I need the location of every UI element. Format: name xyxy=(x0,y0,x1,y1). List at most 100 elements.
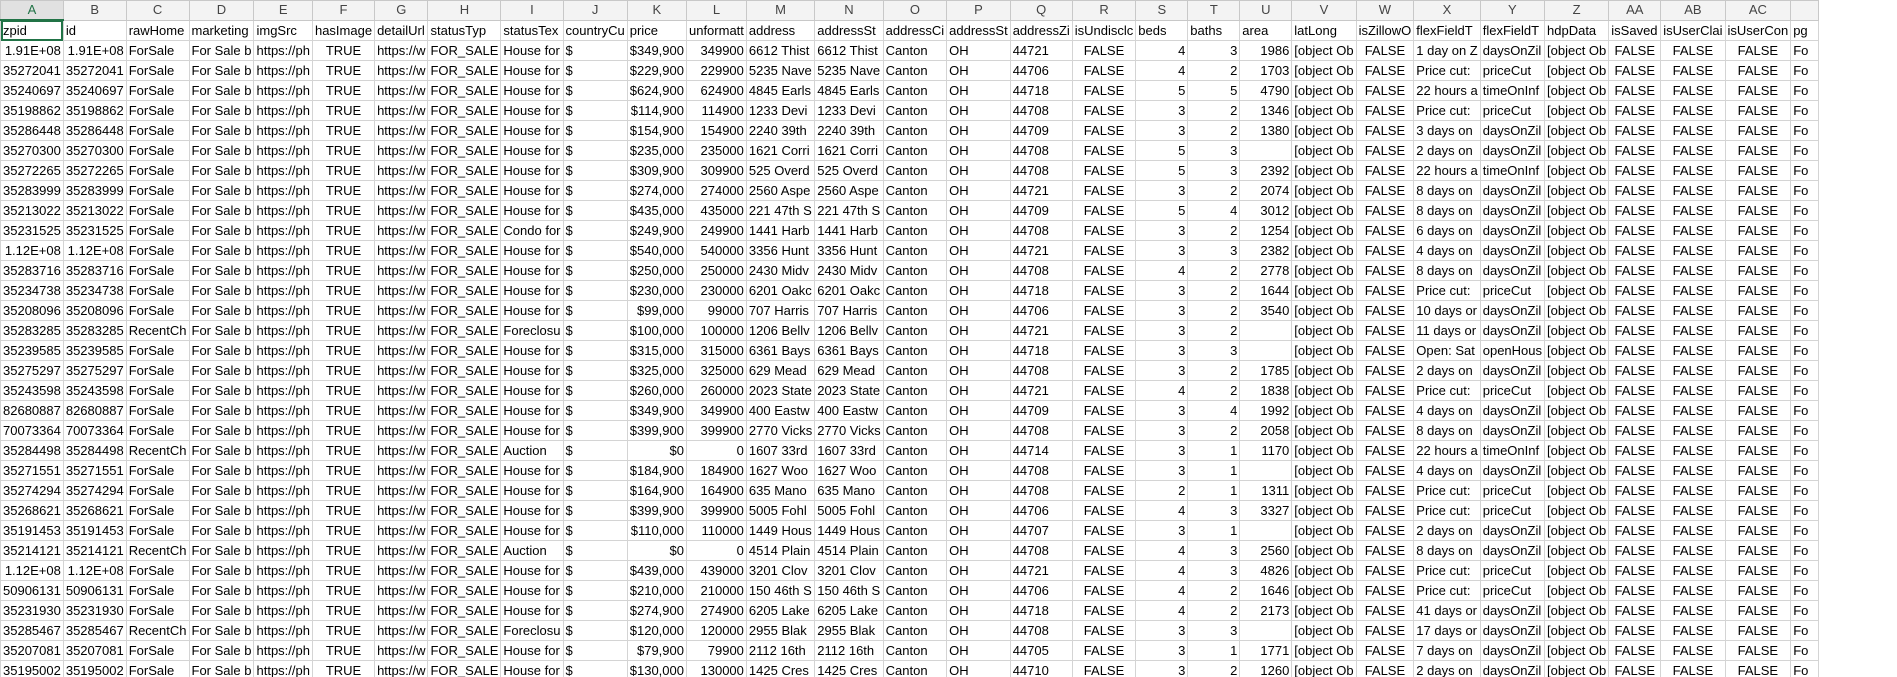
table-cell[interactable]: 35243598 xyxy=(0,380,64,401)
table-cell[interactable]: 1 xyxy=(1187,520,1241,541)
table-cell[interactable]: 35272041 xyxy=(0,60,64,81)
table-cell[interactable]: Canton xyxy=(882,480,948,501)
table-cell[interactable]: 4 xyxy=(1187,200,1241,221)
table-cell[interactable]: For Sale b xyxy=(188,240,255,261)
table-cell[interactable]: 1441 Harb xyxy=(814,220,884,241)
table-cell[interactable]: 250000 xyxy=(685,260,747,281)
table-cell[interactable]: https://w xyxy=(374,500,429,521)
table-cell[interactable]: 2392 xyxy=(1239,160,1293,181)
table-cell[interactable]: [object Ob xyxy=(1544,320,1610,341)
table-cell[interactable]: TRUE xyxy=(311,480,376,501)
column-letter-b[interactable]: B xyxy=(62,0,127,21)
table-cell[interactable]: FALSE xyxy=(1660,500,1726,521)
table-cell[interactable]: Price cut: xyxy=(1413,480,1481,501)
table-cell[interactable]: 114900 xyxy=(685,100,747,121)
table-cell[interactable]: FOR_SALE xyxy=(427,260,502,281)
table-cell[interactable]: FOR_SALE xyxy=(427,80,502,101)
table-cell[interactable]: priceCut xyxy=(1479,580,1546,601)
table-cell[interactable]: $ xyxy=(562,320,628,341)
table-cell[interactable]: 3356 Hunt xyxy=(745,240,816,261)
table-cell[interactable]: https://ph xyxy=(253,160,313,181)
table-cell[interactable]: [object Ob xyxy=(1544,480,1610,501)
table-cell[interactable]: [object Ob xyxy=(1291,540,1357,561)
table-cell[interactable]: 4826 xyxy=(1239,560,1293,581)
table-cell[interactable]: FALSE xyxy=(1071,380,1137,401)
table-cell[interactable]: https://ph xyxy=(253,180,313,201)
table-cell[interactable]: 35208096 xyxy=(62,300,127,321)
table-cell[interactable]: OH xyxy=(946,160,1011,181)
table-cell[interactable]: [object Ob xyxy=(1291,260,1357,281)
table-cell[interactable]: FALSE xyxy=(1355,200,1415,221)
table-cell[interactable]: House for xyxy=(500,120,564,141)
table-cell[interactable]: ForSale xyxy=(125,480,190,501)
table-cell[interactable]: 2560 Aspe xyxy=(814,180,884,201)
table-cell[interactable]: 3012 xyxy=(1239,200,1293,221)
table-cell[interactable]: $229,900 xyxy=(626,60,687,81)
table-cell[interactable]: FALSE xyxy=(1724,640,1792,661)
table-cell[interactable]: FALSE xyxy=(1608,220,1662,241)
table-cell[interactable]: ForSale xyxy=(125,180,190,201)
table-cell[interactable]: FALSE xyxy=(1608,40,1662,61)
table-cell[interactable]: [object Ob xyxy=(1291,620,1357,641)
table-cell[interactable]: FALSE xyxy=(1608,280,1662,301)
table-cell[interactable]: daysOnZil xyxy=(1479,140,1546,161)
table-cell[interactable]: [object Ob xyxy=(1544,380,1610,401)
table-cell[interactable]: [object Ob xyxy=(1291,380,1357,401)
table-cell[interactable]: FOR_SALE xyxy=(427,200,502,221)
table-cell[interactable]: 8 days on xyxy=(1413,180,1481,201)
table-cell[interactable]: For Sale b xyxy=(188,160,255,181)
table-cell[interactable]: 5235 Nave xyxy=(814,60,884,81)
table-cell[interactable]: 1 xyxy=(1187,640,1241,661)
table-cell[interactable]: OH xyxy=(946,640,1011,661)
table-cell[interactable]: 44707 xyxy=(1009,520,1073,541)
table-cell[interactable]: 4 xyxy=(1135,560,1189,581)
table-cell[interactable]: Canton xyxy=(882,220,948,241)
table-cell[interactable]: 0 xyxy=(685,540,747,561)
table-cell[interactable]: FALSE xyxy=(1071,640,1137,661)
table-cell[interactable]: 44706 xyxy=(1009,60,1073,81)
table-cell[interactable]: 3 xyxy=(1135,180,1189,201)
table-cell[interactable]: $ xyxy=(562,460,628,481)
table-cell[interactable]: For Sale b xyxy=(188,520,255,541)
table-cell[interactable]: FALSE xyxy=(1660,120,1726,141)
table-cell[interactable]: $274,000 xyxy=(626,180,687,201)
table-cell[interactable]: House for xyxy=(500,60,564,81)
column-letter-d[interactable]: D xyxy=(188,0,255,21)
table-cell[interactable]: 5005 Fohl xyxy=(745,500,816,521)
column-letter-ac[interactable]: AC xyxy=(1724,0,1792,21)
table-cell[interactable]: $79,900 xyxy=(626,640,687,661)
table-cell[interactable]: FALSE xyxy=(1071,420,1137,441)
table-cell[interactable]: For Sale b xyxy=(188,40,255,61)
table-cell[interactable]: https://w xyxy=(374,560,429,581)
table-cell-partial[interactable]: Fo xyxy=(1790,440,1820,461)
table-cell[interactable]: priceCut xyxy=(1479,480,1546,501)
table-cell[interactable]: daysOnZil xyxy=(1479,640,1546,661)
table-cell[interactable]: 2770 Vicks xyxy=(814,420,884,441)
table-cell[interactable]: 35271551 xyxy=(62,460,127,481)
table-cell-partial[interactable]: Fo xyxy=(1790,500,1820,521)
table-cell[interactable]: FALSE xyxy=(1071,600,1137,621)
table-cell[interactable]: [object Ob xyxy=(1291,100,1357,121)
table-cell[interactable]: FALSE xyxy=(1071,460,1137,481)
column-letter-y[interactable]: Y xyxy=(1479,0,1546,21)
table-cell[interactable]: [object Ob xyxy=(1291,180,1357,201)
table-cell[interactable]: 309900 xyxy=(685,160,747,181)
table-cell[interactable]: 44708 xyxy=(1009,260,1073,281)
table-cell[interactable]: OH xyxy=(946,460,1011,481)
table-cell[interactable]: $235,000 xyxy=(626,140,687,161)
table-cell[interactable]: FALSE xyxy=(1660,140,1726,161)
column-letter-t[interactable]: T xyxy=(1187,0,1241,21)
table-cell[interactable]: 22 hours a xyxy=(1413,160,1481,181)
table-cell[interactable]: OH xyxy=(946,320,1011,341)
table-cell[interactable]: 11 days or xyxy=(1413,320,1481,341)
table-cell[interactable]: Canton xyxy=(882,380,948,401)
table-cell[interactable]: FALSE xyxy=(1660,40,1726,61)
table-cell[interactable]: 35283999 xyxy=(62,180,127,201)
table-cell[interactable]: 3 xyxy=(1135,100,1189,121)
table-cell[interactable]: 3 xyxy=(1187,240,1241,261)
table-cell-partial[interactable]: Fo xyxy=(1790,600,1820,621)
table-cell[interactable]: FALSE xyxy=(1660,60,1726,81)
header-cell[interactable]: isUndisclc xyxy=(1071,19,1137,41)
table-cell[interactable]: FOR_SALE xyxy=(427,400,502,421)
table-cell[interactable]: 1986 xyxy=(1239,40,1293,61)
